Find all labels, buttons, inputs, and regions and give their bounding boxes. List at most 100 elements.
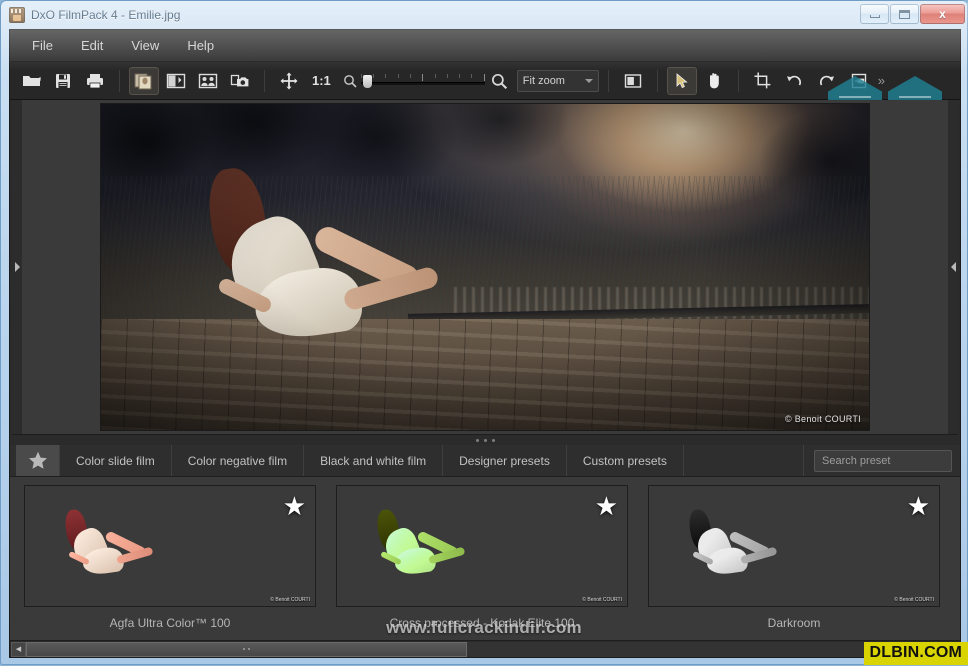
print-button[interactable] <box>80 67 110 95</box>
save-button[interactable] <box>48 67 78 95</box>
tab-favorites[interactable] <box>16 445 60 476</box>
zoom-ratio-label[interactable]: 1:1 <box>306 73 337 88</box>
single-image-view-icon <box>134 72 154 90</box>
crop-button[interactable] <box>748 67 778 95</box>
menu-bar: File Edit View Help <box>10 30 960 62</box>
snapshot-button[interactable] <box>225 67 255 95</box>
scroll-left-icon: ◀ <box>16 645 21 653</box>
open-folder-button[interactable] <box>16 67 46 95</box>
zoom-slider-track[interactable] <box>361 73 485 89</box>
close-icon: x <box>939 8 946 20</box>
menu-help[interactable]: Help <box>173 33 228 58</box>
save-disk-icon <box>55 73 71 89</box>
preset-item-0[interactable]: ★ © Benoit COURTI Agfa Ultra Color™ 100 <box>14 485 326 640</box>
view-split-button[interactable] <box>161 67 191 95</box>
left-panel-toggle[interactable] <box>12 100 22 434</box>
side-by-side-view-icon <box>198 73 218 89</box>
preset-label: Agfa Ultra Color™ 100 <box>110 616 231 630</box>
zoom-slider-line <box>361 82 485 85</box>
toolbar-separator-4 <box>657 70 658 92</box>
preset-thumbnail-image <box>336 485 628 607</box>
app-filmstrip-icon <box>9 7 25 23</box>
panel-expand-right-icon <box>15 262 20 272</box>
close-button[interactable]: x <box>920 4 965 24</box>
presets-tab-bar: Color slide film Color negative film Bla… <box>10 445 960 477</box>
watermark-dlbin-suffix: .COM <box>919 644 962 661</box>
preset-thumbnail[interactable]: ★ © Benoit COURTI <box>648 485 940 607</box>
preset-thumbnail-copyright: © Benoit COURTI <box>582 597 622 603</box>
preset-item-2[interactable]: ★ © Benoit COURTI Darkroom <box>638 485 950 640</box>
printer-icon <box>86 73 104 89</box>
rotate-right-button[interactable] <box>812 67 842 95</box>
preset-label: Cross processed - Kodak Elite 100 <box>390 616 575 630</box>
pan-tool-button[interactable] <box>274 67 304 95</box>
preset-thumbnail-image <box>24 485 316 607</box>
window-frame: DxO FilmPack 4 - Emilie.jpg x File Edit … <box>0 0 968 665</box>
preset-thumbnail-image <box>648 485 940 607</box>
main-photo[interactable]: © Benoit COURTI <box>101 104 869 430</box>
preset-favorite-star[interactable]: ★ <box>595 493 618 519</box>
rotate-left-icon <box>786 73 803 89</box>
toolbar-overflow-button[interactable]: » <box>878 73 885 88</box>
hand-tool-button[interactable] <box>699 67 729 95</box>
tab-color-slide-film[interactable]: Color slide film <box>60 445 172 476</box>
photo-vignette <box>101 104 869 430</box>
open-folder-icon <box>22 73 41 88</box>
export-button[interactable] <box>844 67 874 95</box>
preset-item-1[interactable]: ★ © Benoit COURTI Cross processed - Koda… <box>326 485 638 640</box>
rotate-right-icon <box>818 73 835 89</box>
search-preset-input[interactable]: Search preset <box>814 450 952 472</box>
fullscreen-button[interactable] <box>618 67 648 95</box>
preset-thumbnail-copyright: © Benoit COURTI <box>894 597 934 603</box>
fullscreen-icon <box>624 73 642 89</box>
tab-custom-presets[interactable]: Custom presets <box>567 445 684 476</box>
maximize-button[interactable] <box>890 4 919 24</box>
scrollbar-track[interactable] <box>26 642 944 657</box>
panel-expand-left-icon <box>951 262 956 272</box>
right-panel-toggle[interactable] <box>948 100 958 434</box>
watermark-dlbin: DLBIN.COM <box>864 642 968 665</box>
view-side-by-side-button[interactable] <box>193 67 223 95</box>
window-title: DxO FilmPack 4 - Emilie.jpg <box>31 8 180 22</box>
minimize-icon <box>870 15 880 18</box>
zoom-slider-thumb[interactable] <box>363 75 372 88</box>
preset-favorite-star[interactable]: ★ <box>283 493 306 519</box>
image-viewer[interactable]: © Benoit COURTI <box>12 100 958 435</box>
minimize-button[interactable] <box>860 4 889 24</box>
preset-favorite-star[interactable]: ★ <box>907 493 930 519</box>
move-crosshair-icon <box>280 72 298 90</box>
toolbar-separator-5 <box>738 70 739 92</box>
tab-black-and-white-film[interactable]: Black and white film <box>304 445 443 476</box>
watermark-dlbin-prefix: DLBIN <box>870 644 920 661</box>
window-controls: x <box>860 4 965 24</box>
preset-label: Darkroom <box>768 616 821 630</box>
main-toolbar: 1:1 Fit zoom <box>10 62 960 100</box>
search-preset-placeholder: Search preset <box>822 455 890 467</box>
maximize-icon <box>899 10 910 19</box>
photo-copyright: © Benoit COURTI <box>785 414 861 424</box>
export-icon <box>851 73 867 89</box>
scroll-left-button[interactable]: ◀ <box>11 642 26 657</box>
fit-zoom-label: Fit zoom <box>523 75 565 87</box>
split-view-icon <box>166 73 186 89</box>
tab-color-negative-film[interactable]: Color negative film <box>172 445 304 476</box>
chevron-down-icon <box>585 79 593 83</box>
view-single-button[interactable] <box>129 67 159 95</box>
scrollbar-thumb[interactable] <box>26 642 467 657</box>
fit-zoom-dropdown[interactable]: Fit zoom <box>517 70 599 92</box>
panel-resize-handle[interactable] <box>10 435 960 445</box>
hand-tool-icon <box>706 72 722 89</box>
presets-horizontal-scrollbar[interactable]: ◀ ▶ <box>10 640 960 657</box>
menu-edit[interactable]: Edit <box>67 33 117 58</box>
zoom-slider[interactable] <box>343 73 507 89</box>
preset-thumbnail[interactable]: ★ © Benoit COURTI <box>24 485 316 607</box>
pointer-tool-button[interactable] <box>667 67 697 95</box>
toolbar-separator-2 <box>264 70 265 92</box>
menu-view[interactable]: View <box>117 33 173 58</box>
preset-thumbnail[interactable]: ★ © Benoit COURTI <box>336 485 628 607</box>
tab-designer-presets[interactable]: Designer presets <box>443 445 567 476</box>
camera-snapshot-icon <box>230 73 250 89</box>
tab-bar-spacer <box>684 445 804 476</box>
menu-file[interactable]: File <box>18 33 67 58</box>
rotate-left-button[interactable] <box>780 67 810 95</box>
